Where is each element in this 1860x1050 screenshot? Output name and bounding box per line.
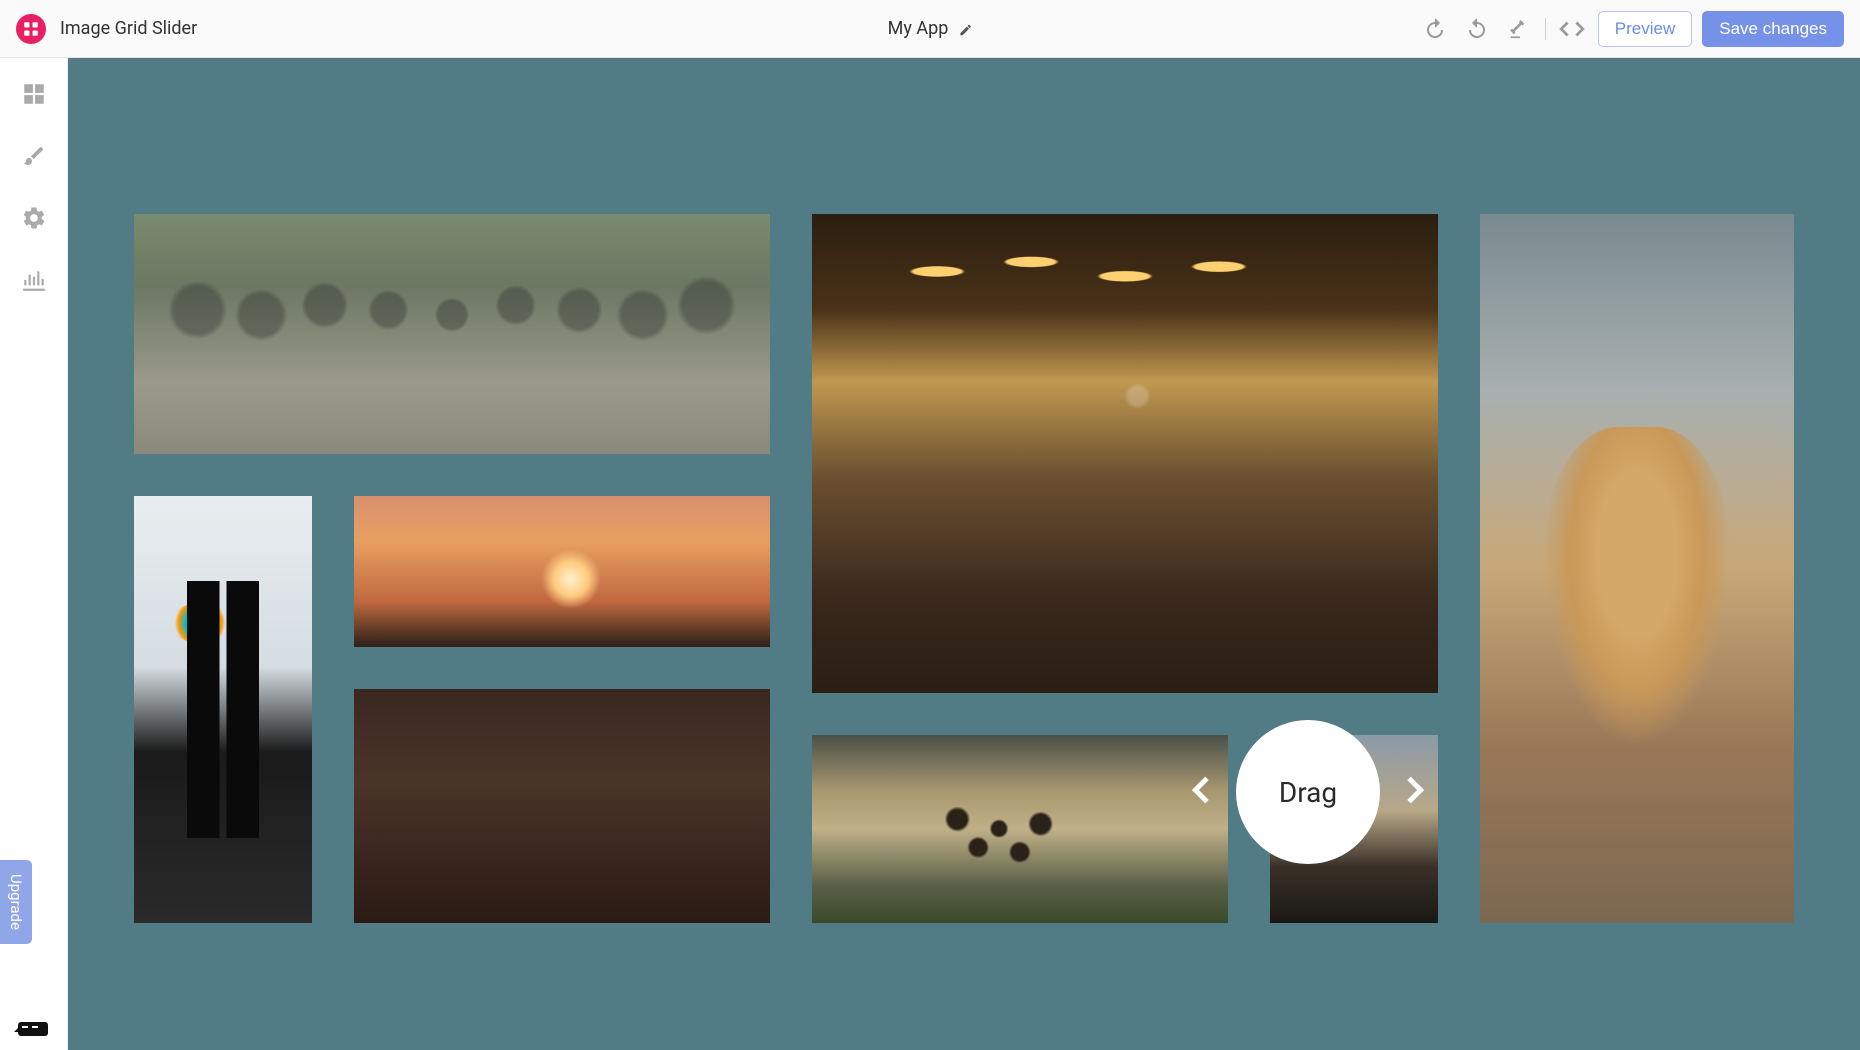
hammer-icon[interactable] (1503, 13, 1535, 45)
gallery-image-dog[interactable] (1480, 214, 1794, 923)
upgrade-button[interactable]: Upgrade (0, 860, 32, 944)
analytics-icon[interactable] (20, 266, 48, 294)
page-title: Image Grid Slider (60, 18, 197, 39)
preview-button[interactable]: Preview (1598, 11, 1692, 47)
toolbar-divider (1545, 18, 1546, 40)
top-toolbar: Image Grid Slider My App Preview Save ch… (0, 0, 1860, 58)
drag-handle[interactable]: Drag (1236, 720, 1380, 864)
app-name: My App (888, 18, 949, 39)
undo-icon[interactable] (1419, 13, 1451, 45)
assistant-icon[interactable] (10, 1018, 52, 1040)
drag-label: Drag (1279, 776, 1337, 809)
gallery-image-feast[interactable] (812, 214, 1438, 693)
redo-icon[interactable] (1461, 13, 1493, 45)
toolbar-right: Preview Save changes (1419, 11, 1844, 47)
gallery-image-wine-toast[interactable] (354, 689, 770, 923)
edit-icon[interactable] (958, 22, 972, 36)
gallery-image-group-photo[interactable] (134, 214, 770, 454)
gallery-image-sunset[interactable] (354, 496, 770, 647)
chevron-right-icon[interactable] (1394, 770, 1434, 814)
app-logo-icon[interactable] (16, 14, 46, 44)
toolbar-left: Image Grid Slider (16, 14, 197, 44)
chevron-left-icon[interactable] (1182, 770, 1222, 814)
brush-icon[interactable] (20, 142, 48, 170)
slider-drag-control: Drag (1182, 720, 1434, 864)
editor-canvas[interactable]: Drag (68, 58, 1860, 1050)
gear-icon[interactable] (20, 204, 48, 232)
gallery-image-leopard[interactable] (812, 735, 1228, 923)
code-icon[interactable] (1556, 13, 1588, 45)
gallery-image-skis[interactable] (134, 496, 312, 923)
save-changes-button[interactable]: Save changes (1702, 11, 1844, 47)
toolbar-center: My App (888, 18, 973, 39)
grid-icon[interactable] (20, 80, 48, 108)
